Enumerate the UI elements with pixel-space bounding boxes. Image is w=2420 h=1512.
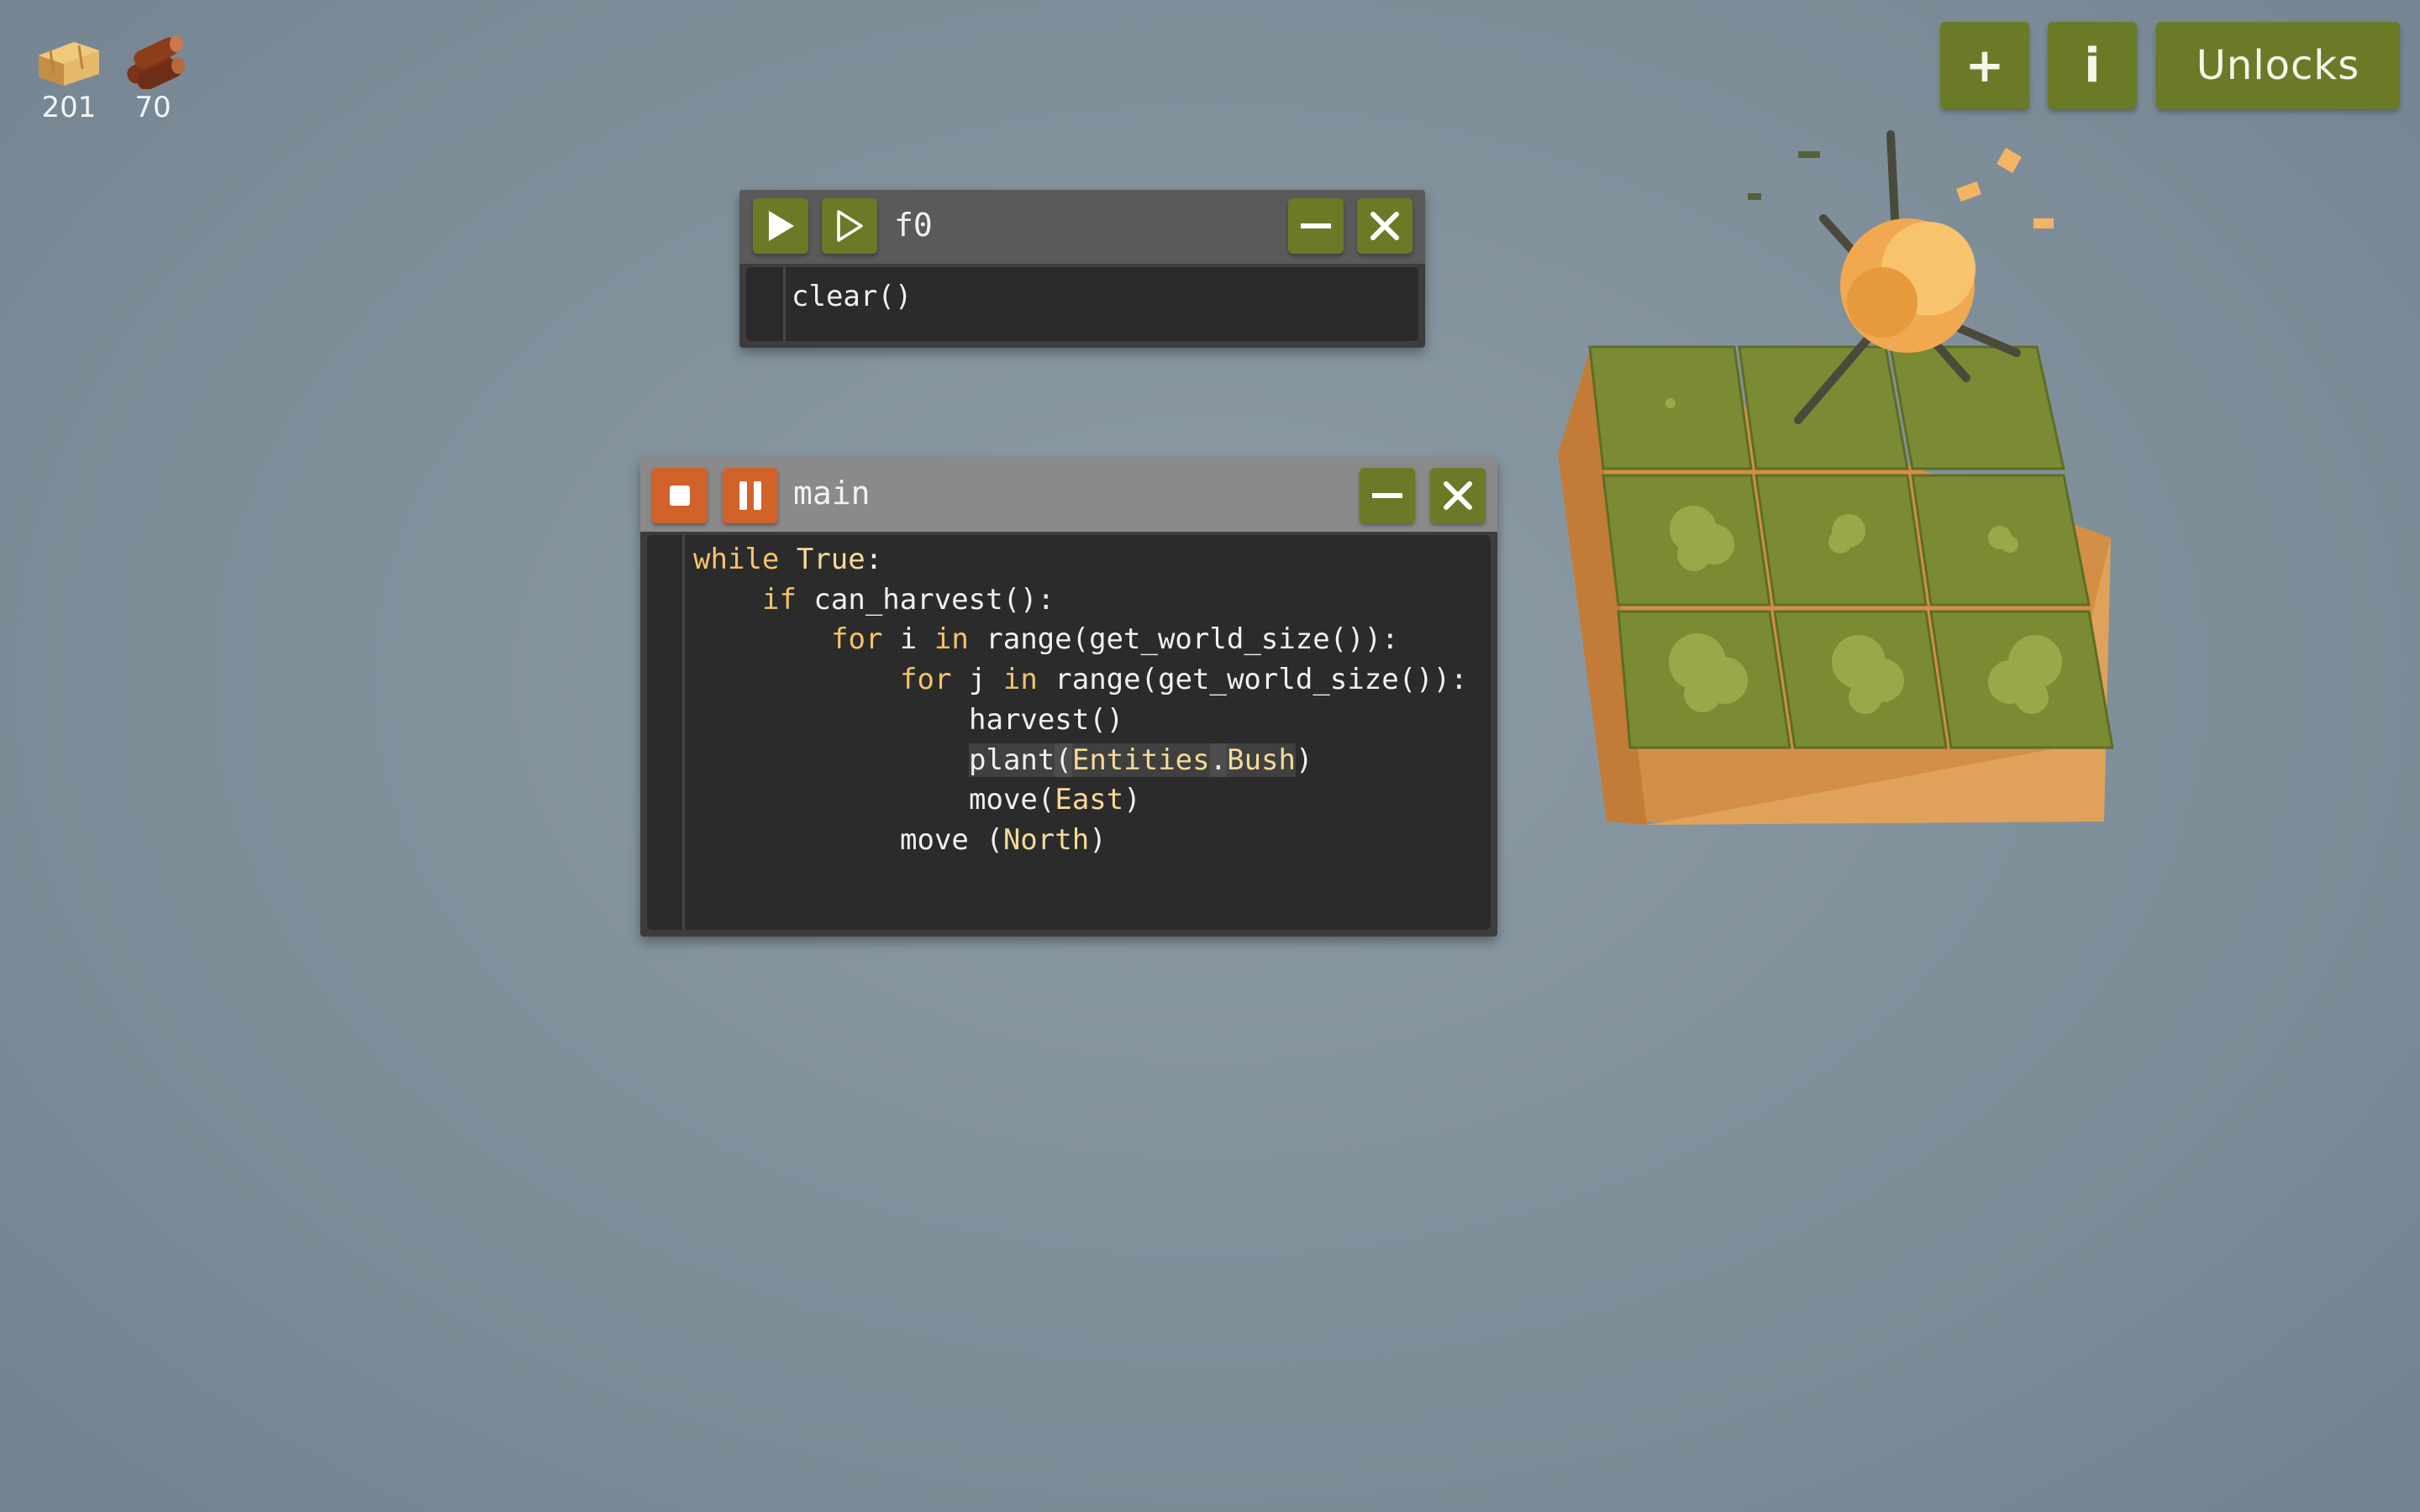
highlighted-call: plant(Entities.Bush	[969, 743, 1296, 777]
wood-count: 70	[134, 91, 171, 124]
hay-count: 201	[41, 91, 97, 124]
code-text: )	[1295, 743, 1313, 777]
info-icon: i	[2084, 38, 2101, 93]
minimize-icon	[1372, 493, 1402, 498]
literal: Bush	[1227, 743, 1296, 777]
play-icon	[769, 211, 794, 241]
code-line-2[interactable]: if can_harvest():	[693, 580, 1468, 621]
close-icon	[1370, 212, 1399, 240]
code-line-3[interactable]: for i in range(get_world_size()):	[693, 620, 1468, 660]
window-title: main	[793, 475, 871, 512]
unlocks-button[interactable]: Unlocks	[2156, 22, 2400, 109]
code-text: move(	[969, 783, 1055, 817]
code-text: can_harvest():	[796, 582, 1055, 617]
hay-icon	[39, 42, 99, 86]
code-line-4[interactable]: for j in range(get_world_size()):	[693, 660, 1468, 701]
code-text: range(get_world_size()):	[1037, 663, 1468, 697]
code-text: plant	[969, 743, 1055, 777]
code-line-8[interactable]: move (North)	[693, 821, 1468, 861]
keyword: in	[1002, 663, 1038, 697]
keyword: in	[934, 622, 969, 657]
code-line[interactable]: clear()	[792, 277, 912, 318]
code-editor[interactable]: while True: if can_harvest(): for i in ran…	[647, 535, 1491, 930]
literal: North	[1002, 822, 1090, 857]
literal: East	[1055, 783, 1124, 817]
step-button[interactable]	[822, 198, 877, 254]
code-block[interactable]: while True: if can_harvest(): for i in ran…	[693, 540, 1468, 861]
minimize-button[interactable]	[1360, 468, 1415, 523]
keyword: for	[900, 663, 952, 697]
code-text: )	[1089, 822, 1107, 857]
farm-field-scene[interactable]	[1546, 101, 2134, 840]
literal: Entities	[1071, 743, 1210, 777]
add-window-button[interactable]: +	[1940, 22, 2029, 109]
code-text: i	[882, 622, 934, 657]
close-icon	[1444, 481, 1472, 510]
code-editor[interactable]: clear()	[746, 267, 1418, 341]
wood-logs-icon	[127, 35, 185, 89]
close-button[interactable]	[1430, 468, 1486, 523]
editor-gutter	[682, 535, 685, 930]
resource-hay: 201	[27, 25, 111, 124]
resource-wood: 70	[111, 25, 195, 124]
code-window-main[interactable]: main while True: if can_harvest(): for i i…	[640, 458, 1497, 937]
minimize-icon	[1301, 223, 1331, 228]
code-text: move (	[900, 822, 1003, 857]
code-line-5[interactable]: harvest()	[693, 701, 1468, 741]
code-text: harvest()	[969, 702, 1124, 737]
pause-button[interactable]	[723, 468, 778, 523]
code-text: .	[1209, 743, 1228, 777]
code-text: range(get_world_size()):	[968, 622, 1399, 657]
info-button[interactable]: i	[2048, 22, 2137, 109]
plus-icon: +	[1965, 38, 2005, 93]
window-title: f0	[894, 207, 933, 244]
code-text: :	[865, 543, 883, 576]
tile[interactable]	[1738, 345, 1909, 470]
code-text: j	[951, 663, 1003, 697]
code-window-f0[interactable]: f0 clear()	[739, 190, 1425, 348]
code-text: )	[1123, 783, 1141, 817]
tile[interactable]	[1889, 345, 2065, 470]
pause-icon	[739, 481, 761, 510]
keyword: while	[693, 543, 780, 576]
editor-gutter	[783, 267, 786, 341]
minimize-button[interactable]	[1288, 198, 1344, 254]
code-text: (	[1055, 743, 1072, 777]
close-button[interactable]	[1357, 198, 1413, 254]
code-line-7[interactable]: move(East)	[693, 780, 1468, 821]
unlocks-label: Unlocks	[2196, 42, 2360, 89]
code-line-1[interactable]: while True:	[693, 540, 1468, 580]
keyword: for	[831, 622, 883, 657]
code-line-6[interactable]: plant(Entities.Bush)	[693, 741, 1468, 781]
stop-icon	[670, 486, 690, 506]
keyword: if	[762, 582, 797, 617]
literal: True	[796, 543, 865, 576]
run-button[interactable]	[753, 198, 808, 254]
play-outline-icon	[837, 210, 863, 242]
stop-button[interactable]	[652, 468, 708, 523]
